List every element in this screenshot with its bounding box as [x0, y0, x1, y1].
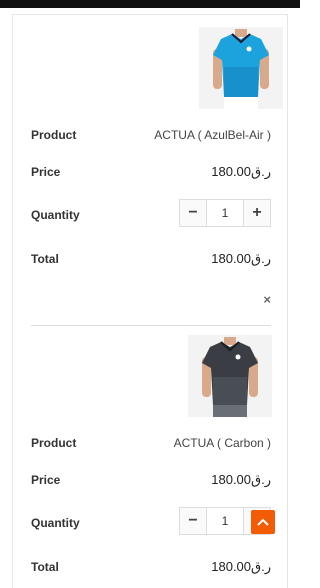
total-row: Total 180.00ر.ق	[31, 557, 271, 577]
price-value: 180.00ر.ق	[211, 164, 271, 179]
price-label: Price	[31, 165, 61, 179]
decrease-quantity-button[interactable]: −	[180, 200, 206, 226]
quantity-label: Quantity	[31, 516, 80, 530]
remove-item-icon[interactable]: ×	[263, 293, 271, 307]
price-row: Price 180.00ر.ق	[31, 470, 271, 490]
item-divider	[31, 325, 271, 326]
quantity-stepper: − 1 +	[179, 199, 271, 227]
product-row: Product ACTUA ( Carbon )	[31, 433, 271, 453]
total-value: 180.00ر.ق	[211, 559, 271, 574]
total-label: Total	[31, 560, 59, 574]
product-name[interactable]: ACTUA ( AzulBel-Air )	[154, 125, 271, 145]
price-row: Price 180.00ر.ق	[31, 162, 271, 182]
product-row: Product ACTUA ( AzulBel-Air )	[31, 125, 271, 145]
decrease-quantity-button[interactable]: −	[180, 508, 206, 534]
total-row: Total 180.00ر.ق	[31, 249, 271, 269]
chevron-up-icon	[257, 518, 269, 526]
blue-tennis-shirt-image	[199, 27, 283, 109]
quantity-label: Quantity	[31, 208, 80, 222]
top-bar	[0, 0, 300, 8]
product-image[interactable]	[188, 335, 272, 417]
carbon-tennis-shirt-image	[188, 335, 272, 417]
cart-card: Product ACTUA ( AzulBel-Air ) Price 180.…	[12, 14, 288, 588]
total-label: Total	[31, 252, 59, 266]
price-value: 180.00ر.ق	[211, 472, 271, 487]
price-label: Price	[31, 473, 61, 487]
product-image[interactable]	[199, 27, 283, 109]
scroll-to-top-button[interactable]	[251, 510, 275, 534]
total-value: 180.00ر.ق	[211, 251, 271, 266]
product-label: Product	[31, 436, 77, 450]
increase-quantity-button[interactable]: +	[244, 200, 270, 226]
product-name[interactable]: ACTUA ( Carbon )	[174, 433, 271, 453]
quantity-row: Quantity − 1 +	[31, 199, 271, 227]
quantity-input[interactable]: 1	[206, 200, 244, 226]
quantity-row: Quantity − 1 +	[31, 507, 271, 535]
product-label: Product	[31, 128, 77, 142]
quantity-input[interactable]: 1	[206, 508, 244, 534]
